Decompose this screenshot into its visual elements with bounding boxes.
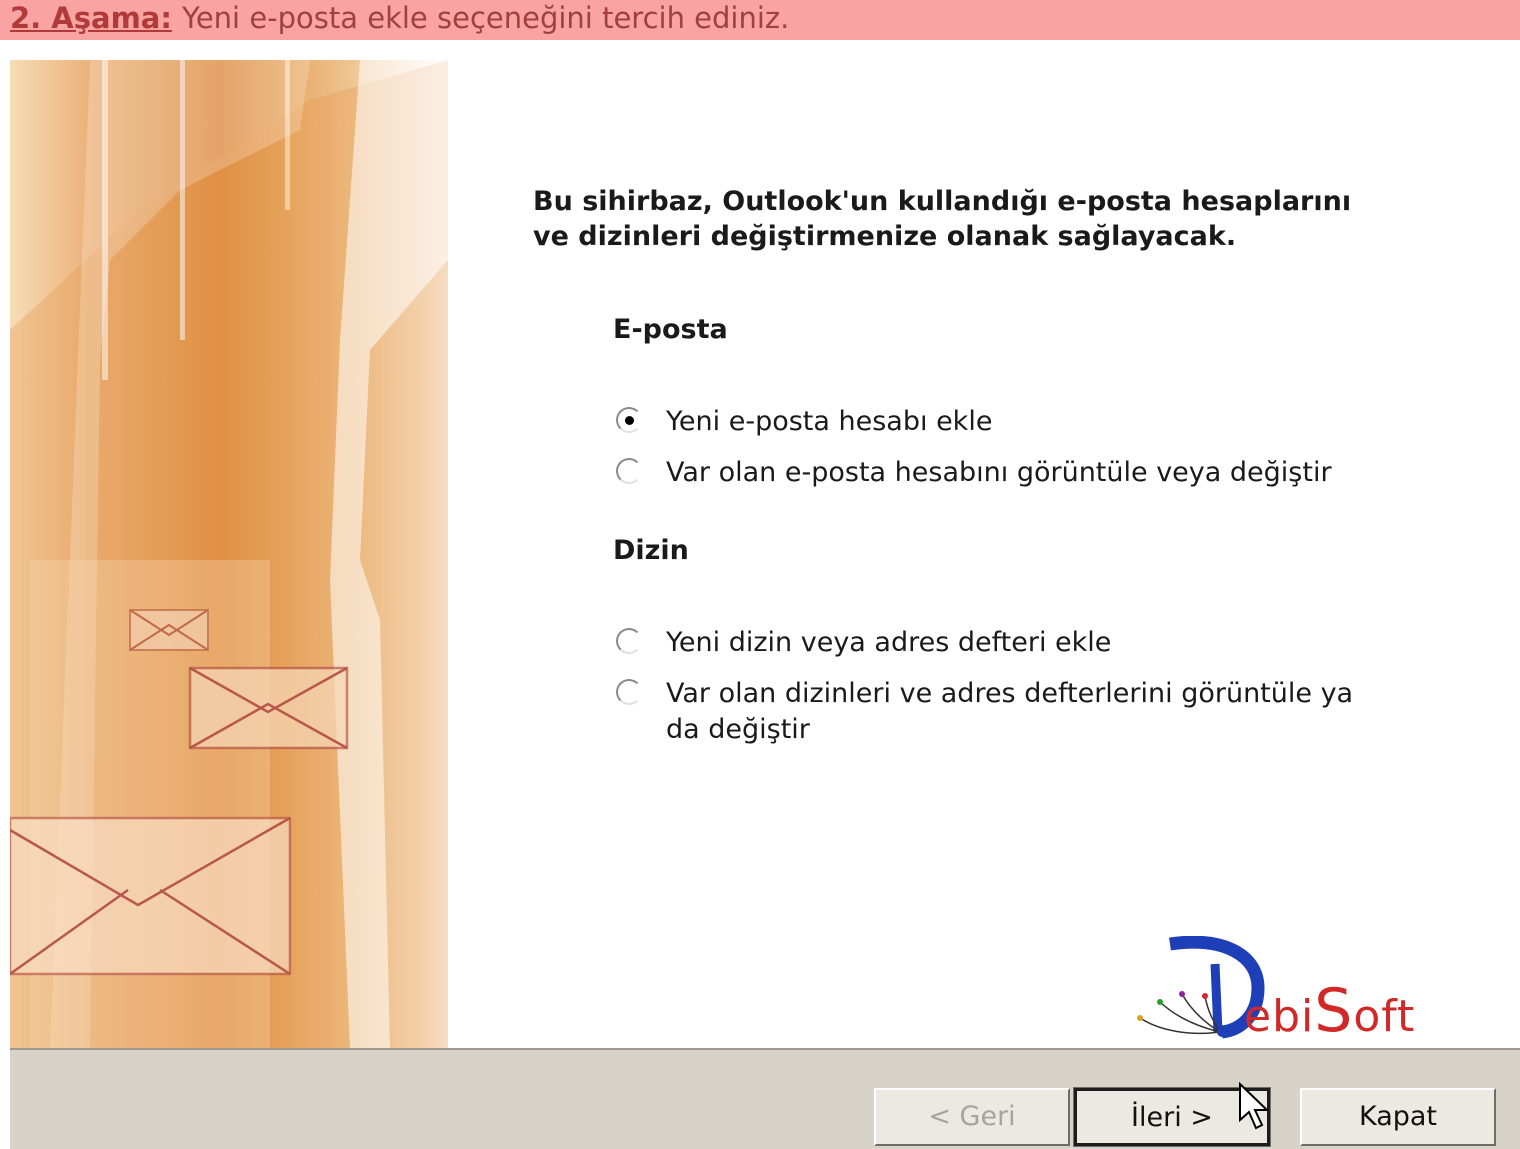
email-section-title: E-posta [613,314,728,345]
radio-label[interactable]: Var olan e-posta hesabını görüntüle veya… [666,455,1366,491]
step-label: 2. Aşama: [10,1,172,35]
logo-text-s: S [1314,976,1354,1046]
instruction-banner: 2. Aşama: Yeni e-posta ekle seçeneğini te… [0,0,1520,40]
radio-unchecked-icon[interactable] [616,458,642,484]
wizard-button-bar: < Geri İleri > Kapat [10,1048,1520,1149]
logo-text-oft: oft [1353,991,1416,1042]
mouse-pointer-icon [1239,1082,1270,1130]
radio-label[interactable]: Var olan dizinleri ve adres defterlerini… [666,676,1366,748]
radio-checked-icon[interactable] [616,407,642,433]
intro-line-2: ve dizinleri değiştirmenize olanak sağla… [533,221,1237,252]
debisoft-logo: ebiSoft [1130,936,1510,1046]
back-button[interactable]: < Geri [874,1088,1070,1146]
intro-line-1: Bu sihirbaz, Outlook'un kullandığı e-pos… [533,186,1352,217]
wizard-intro-text: Bu sihirbaz, Outlook'un kullandığı e-pos… [533,184,1353,254]
close-button[interactable]: Kapat [1300,1088,1496,1146]
logo-text-ebi: ebi [1244,991,1315,1042]
instruction-text: Yeni e-posta ekle seçeneğini tercih edin… [181,1,790,35]
account-settings-wizard-dialog: Bu sihirbaz, Outlook'un kullandığı e-pos… [10,60,1520,1149]
radio-unchecked-icon[interactable] [616,628,642,654]
radio-label[interactable]: Yeni e-posta hesabı ekle [666,404,1366,440]
directory-section-title: Dizin [613,535,689,566]
radio-unchecked-icon[interactable] [616,679,642,705]
logo-wordmark: ebiSoft [1244,976,1415,1046]
radio-label[interactable]: Yeni dizin veya adres defteri ekle [666,625,1366,661]
wizard-content: Bu sihirbaz, Outlook'un kullandığı e-pos… [10,60,1520,1048]
